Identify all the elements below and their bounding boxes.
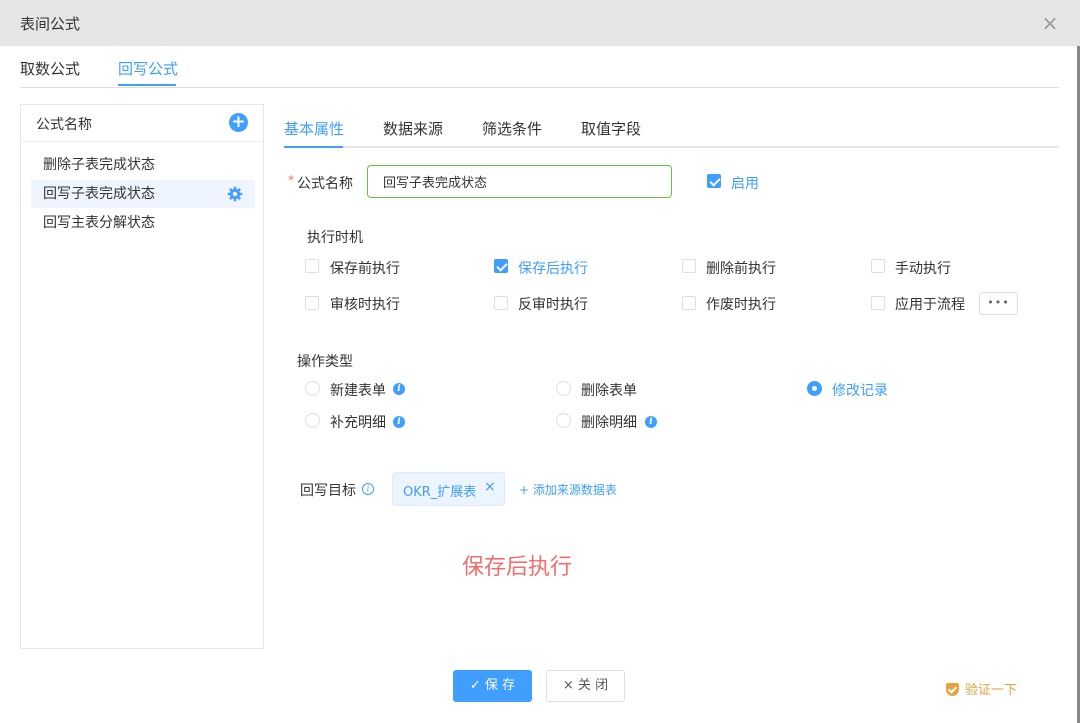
formula-name-label: 公式名称 <box>297 176 353 192</box>
op-type-radio[interactable] <box>305 413 320 428</box>
add-formula-icon[interactable]: + <box>229 113 248 132</box>
timing-option-label: 作废时执行 <box>706 297 776 313</box>
operation-type-label: 操作类型 <box>297 354 353 370</box>
save-button[interactable]: ✓ 保 存 <box>453 670 532 702</box>
timing-option-label: 反审时执行 <box>518 297 588 313</box>
formula-item-label: 回写主表分解状态 <box>43 215 155 231</box>
timing-option-label: 删除前执行 <box>706 261 776 277</box>
enable-label: 启用 <box>731 176 759 192</box>
op-type-label: 新建表单 <box>330 383 386 399</box>
formula-item-label: 删除子表完成状态 <box>43 157 155 173</box>
formula-list-item[interactable]: 回写主表分解状态 <box>31 209 255 237</box>
annotation-text: 保存后执行 <box>462 555 573 580</box>
verify-button[interactable]: 验证一下 <box>946 679 1017 698</box>
op-type-radio[interactable] <box>556 413 571 428</box>
op-type-label: 删除表单 <box>581 383 637 399</box>
formula-list-item[interactable]: 删除子表完成状态 <box>31 151 255 179</box>
info-outline-icon[interactable]: i <box>362 483 374 495</box>
op-type-label: 补充明细 <box>330 415 386 431</box>
tab-writeback-formula[interactable]: 回写公式 <box>118 58 178 79</box>
dialog-titlebar: 表间公式 × <box>0 0 1080 46</box>
tab-basic-properties[interactable]: 基本属性 <box>284 118 344 139</box>
add-source-table-link[interactable]: + 添加来源数据表 <box>519 481 617 498</box>
timing-checkbox[interactable] <box>305 259 319 273</box>
tab-value-fields[interactable]: 取值字段 <box>581 118 641 139</box>
execution-timing-label: 执行时机 <box>307 230 363 246</box>
op-type-radio[interactable] <box>305 381 320 396</box>
timing-checkbox[interactable] <box>682 296 696 310</box>
formula-list-item-selected[interactable]: 回写子表完成状态 <box>31 180 255 208</box>
formula-type-tabs: 取数公式 回写公式 <box>20 46 1059 88</box>
formula-item-label: 回写子表完成状态 <box>43 186 155 202</box>
gear-icon[interactable] <box>227 186 243 202</box>
timing-option-label: 保存后执行 <box>518 261 588 277</box>
shield-icon <box>946 683 959 696</box>
close-icon[interactable]: × <box>1040 13 1060 33</box>
close-button[interactable]: × 关 闭 <box>546 670 625 702</box>
timing-checkbox[interactable] <box>305 296 319 310</box>
formula-list-title: 公式名称 <box>36 117 92 133</box>
info-icon[interactable]: i <box>645 416 657 428</box>
info-icon[interactable]: i <box>393 416 405 428</box>
required-mark: * <box>288 173 294 187</box>
timing-checkbox[interactable] <box>682 259 696 273</box>
flow-config-more-button[interactable]: ••• <box>979 292 1018 315</box>
op-type-label: 删除明细 <box>581 415 637 431</box>
timing-option-label: 手动执行 <box>895 261 951 277</box>
dialog-title: 表间公式 <box>20 15 81 33</box>
formula-property-tabs: 基本属性 数据来源 筛选条件 取值字段 <box>284 108 1059 148</box>
tab-filter-conditions[interactable]: 筛选条件 <box>482 118 542 139</box>
timing-checkbox-checked[interactable] <box>494 259 508 273</box>
active-tab-indicator <box>118 84 176 86</box>
timing-option-label: 审核时执行 <box>330 297 400 313</box>
op-type-label: 修改记录 <box>832 383 888 399</box>
formula-name-input[interactable] <box>367 165 672 198</box>
formula-list-panel: 公式名称 + 删除子表完成状态 回写子表完成状态 回写主表分解状态 <box>20 104 264 649</box>
timing-checkbox[interactable] <box>494 296 508 310</box>
timing-option-label: 应用于流程 <box>895 297 965 313</box>
timing-option-label: 保存前执行 <box>330 261 400 277</box>
active-subtab-indicator <box>284 146 343 148</box>
info-icon[interactable]: i <box>393 383 405 395</box>
formula-list-header: 公式名称 + <box>21 105 263 142</box>
verify-label: 验证一下 <box>965 683 1018 698</box>
op-type-radio-selected[interactable] <box>807 381 822 396</box>
target-table-tag: OKR_扩展表 × <box>392 472 505 506</box>
timing-checkbox[interactable] <box>871 296 885 310</box>
writeback-target-label: 回写目标 <box>300 483 356 499</box>
enable-checkbox[interactable] <box>707 174 721 188</box>
target-table-name: OKR_扩展表 <box>403 485 477 500</box>
close-icon[interactable]: × <box>484 479 496 495</box>
tab-fetch-formula[interactable]: 取数公式 <box>20 58 80 79</box>
op-type-radio[interactable] <box>556 381 571 396</box>
timing-checkbox[interactable] <box>871 259 885 273</box>
tab-data-source[interactable]: 数据来源 <box>383 118 443 139</box>
